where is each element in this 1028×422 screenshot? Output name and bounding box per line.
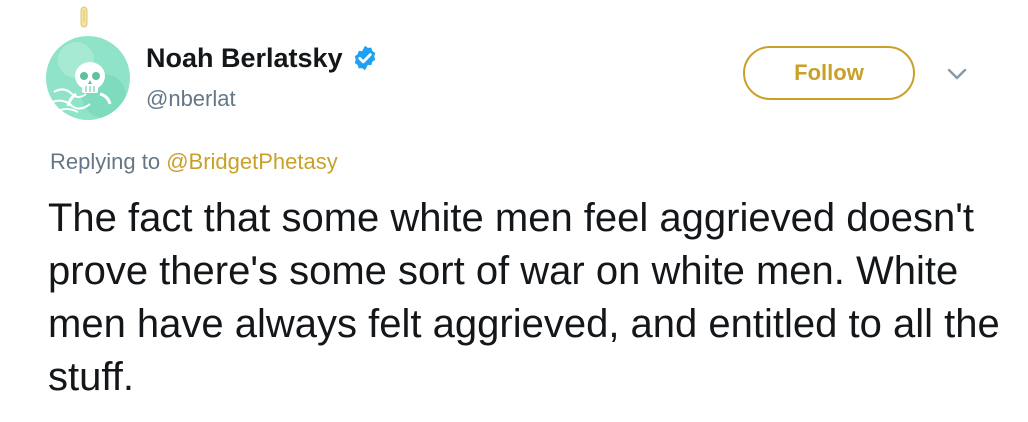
author-handle[interactable]: @nberlat	[146, 84, 236, 114]
tweet-text: The fact that some white men feel aggrie…	[48, 196, 1000, 399]
chevron-down-icon[interactable]	[945, 64, 969, 84]
author-name-row: Noah Berlatsky	[146, 40, 379, 76]
avatar[interactable]	[46, 36, 130, 120]
skull-avatar-icon	[46, 36, 130, 120]
replying-to-mention[interactable]: @BridgetPhetasy	[166, 149, 338, 174]
follow-button[interactable]: Follow	[743, 46, 915, 100]
author-name[interactable]: Noah Berlatsky	[146, 40, 343, 76]
verified-badge-icon	[354, 45, 375, 71]
paperclip-icon	[80, 6, 88, 28]
replying-to-line: Replying to @BridgetPhetasy	[50, 146, 338, 178]
replying-to-prefix: Replying to	[50, 149, 161, 174]
